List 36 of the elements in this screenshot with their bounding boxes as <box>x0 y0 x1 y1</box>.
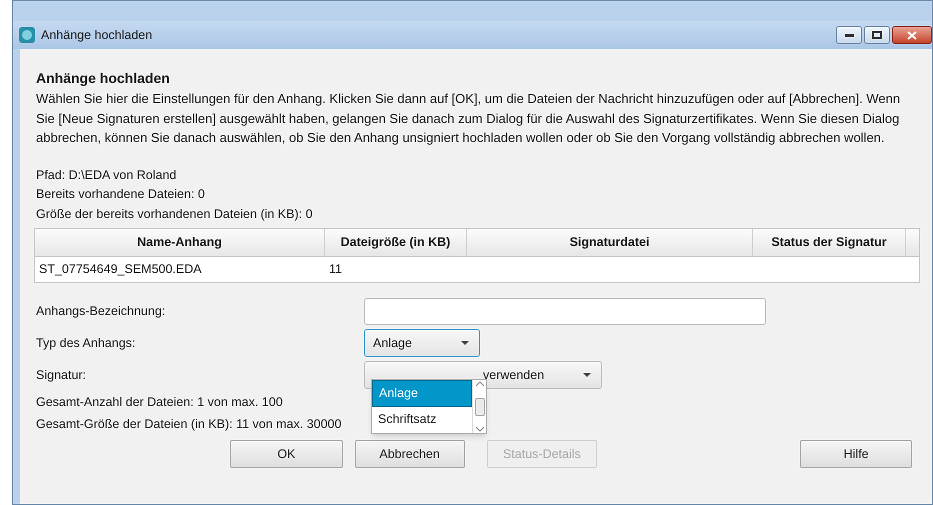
app-icon <box>19 27 35 43</box>
dialog-button[interactable]: Hilfe <box>800 440 912 468</box>
scroll-thumb[interactable] <box>474 398 484 416</box>
field-label: Typ des Anhangs: <box>36 334 136 352</box>
scroll-up-icon <box>476 381 484 386</box>
table-cell-text: 11 <box>328 260 343 278</box>
info-text: Bereits vorhandene Dateien: 0 <box>36 186 206 203</box>
close-icon <box>907 30 917 40</box>
maximize-button[interactable] <box>864 26 890 44</box>
totals-text: Gesamt-Anzahl der Dateien: 1 von max. 100 <box>36 394 283 411</box>
column-header[interactable]: Name-Anhang <box>35 229 325 256</box>
caret-icon <box>583 373 591 377</box>
dialog-button[interactable]: OK <box>230 440 343 468</box>
field-label: Signatur: <box>36 366 88 384</box>
minimize-button[interactable] <box>836 26 862 44</box>
window-title: Anhänge hochladen <box>41 26 152 44</box>
type-dropdown[interactable]: Anlage <box>364 329 480 357</box>
info-text: Pfad: D:\EDA von Roland <box>36 166 178 184</box>
column-header[interactable]: Signaturdatei <box>467 229 753 256</box>
field-label: Anhangs-Bezeichnung: <box>36 302 166 320</box>
totals-text: Gesamt-Größe der Dateien (in KB): 11 von max. 30000 <box>36 416 342 433</box>
table-cell-text: ST_07754649_SEM500.EDA <box>38 260 203 278</box>
dialog-button[interactable]: Abbrechen <box>354 440 464 468</box>
column-header[interactable]: Status der Signatur <box>753 229 906 256</box>
caret-icon <box>461 341 469 345</box>
close-button[interactable] <box>892 26 932 44</box>
name-input[interactable] <box>364 298 766 324</box>
column-header[interactable]: Dateigröße (in KB) <box>325 229 467 256</box>
dialog-heading: Anhänge hochladen <box>36 69 171 87</box>
maximize-icon <box>872 31 882 39</box>
dropdown-option[interactable]: Schriftsatz <box>372 406 472 433</box>
scroll-down-icon <box>476 427 484 432</box>
scrollbar[interactable] <box>472 380 486 433</box>
minimize-icon <box>844 34 854 36</box>
info-text: Größe der bereits vorhandenen Dateien (in KB): 0 <box>36 206 314 223</box>
description-text: Wählen Sie hier die Einstellungen für den Anhang. Klicken Sie dann auf [OK], um die Dateien der Nachricht hinzuzufügen oder auf [Abbrechen]. Wenn Sie [Neue Signaturen erstellen] ausgewählt haben, gelangen Sie danach zum Dialog für die Auswahl des Signaturzertifikates. Wenn Sie diesen Dialog abbrechen, können Sie danach auswählen, ob Sie den Anhang unsigniert hochladen wollen oder ob Sie den Vorgang vollständig abbrechen wollen. <box>36 90 902 147</box>
